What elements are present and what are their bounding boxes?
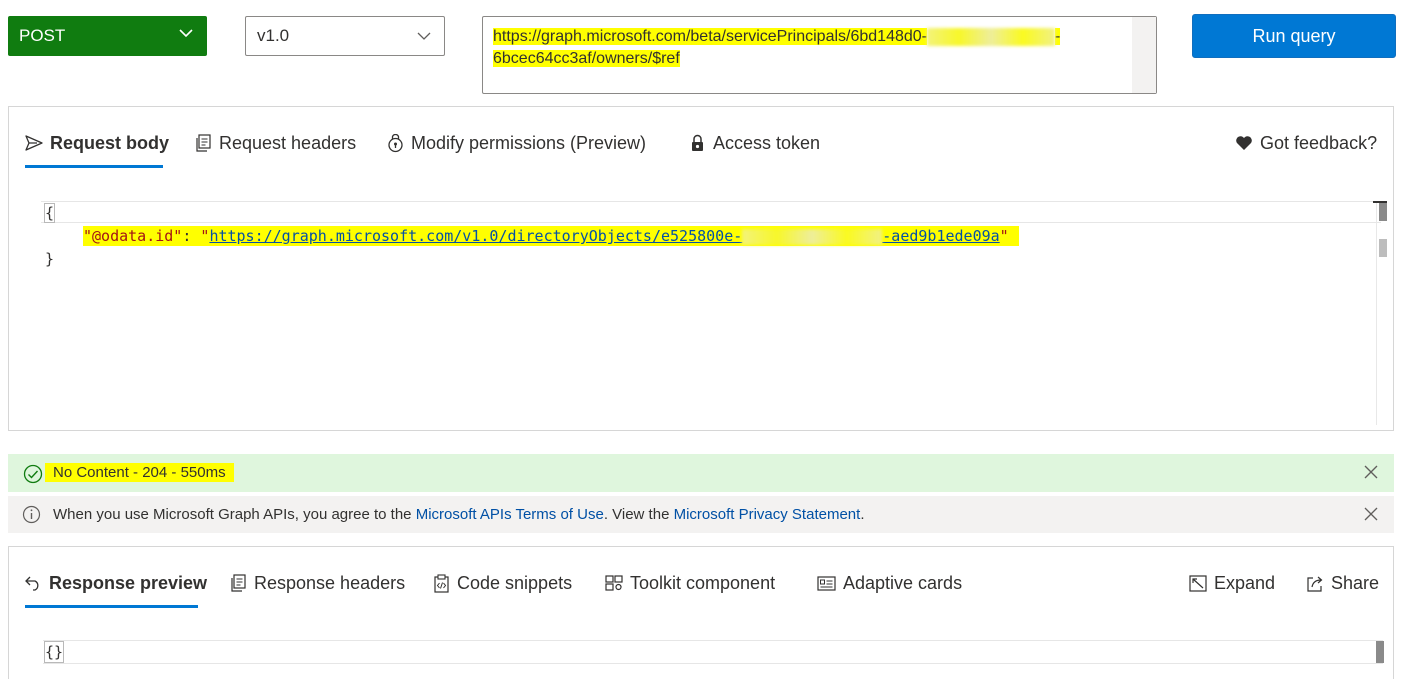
api-version-value: v1.0 — [257, 26, 290, 45]
share-button[interactable]: Share — [1306, 571, 1379, 595]
share-icon — [1307, 576, 1323, 592]
active-tab-indicator — [25, 605, 198, 608]
lock-key-icon — [388, 133, 403, 152]
response-body-text: {} — [43, 641, 65, 663]
url-line-2: 6bcec64cc3af/owners/$ref — [493, 49, 680, 69]
url-scrollbar[interactable] — [1132, 17, 1156, 93]
tab-label: Response headers — [254, 572, 406, 593]
open-brace: { — [43, 203, 56, 223]
headers-icon — [196, 134, 211, 152]
tab-label: Response preview — [49, 572, 208, 593]
scroll-thumb — [1379, 203, 1387, 221]
json-value-link-end[interactable]: -aed9b1ede09a — [882, 227, 999, 245]
request-panel: Request body Request headers Modify perm… — [8, 106, 1394, 431]
expand-button[interactable]: Expand — [1189, 571, 1275, 595]
active-tab-indicator — [25, 165, 163, 168]
expand-icon — [1189, 574, 1207, 592]
url-text-line2: 6bcec64cc3af/owners/$ref — [493, 50, 680, 67]
send-icon — [25, 135, 43, 151]
tab-label: Request body — [50, 132, 170, 153]
tab-access-token[interactable]: Access token — [689, 131, 820, 155]
close-icon[interactable] — [1364, 507, 1378, 521]
expand-label: Expand — [1214, 572, 1276, 593]
info-prefix: When you use Microsoft Graph APIs, you a… — [53, 506, 416, 523]
tab-code-snippets[interactable]: Code snippets — [433, 571, 572, 595]
tab-modify-permissions[interactable]: Modify permissions (Preview) — [387, 131, 646, 155]
tab-label: Toolkit component — [630, 572, 776, 593]
status-message-bar: No Content - 204 - 550ms — [8, 454, 1394, 492]
chevron-down-icon — [179, 29, 193, 38]
status-text: No Content - 204 - 550ms — [45, 463, 234, 482]
json-colon: : — [182, 227, 201, 245]
info-suffix: . — [860, 506, 865, 523]
response-scrollbar[interactable] — [1376, 641, 1386, 671]
run-query-label: Run query — [1252, 25, 1336, 46]
redacted-segment — [742, 228, 883, 245]
json-key: "@odata.id" — [83, 227, 183, 245]
tab-request-body[interactable]: Request body — [25, 131, 169, 155]
api-version-dropdown[interactable]: v1.0 — [245, 16, 445, 56]
check-circle-icon — [23, 464, 43, 484]
tab-adaptive-cards[interactable]: Adaptive cards — [817, 571, 962, 595]
toolkit-icon — [605, 574, 623, 591]
tab-response-headers[interactable]: Response headers — [230, 571, 405, 595]
current-line-highlight — [41, 201, 1381, 223]
scroll-thumb — [1379, 239, 1387, 257]
url-line-1: https://graph.microsoft.com/beta/service… — [493, 27, 1061, 47]
info-text: When you use Microsoft Graph APIs, you a… — [53, 506, 864, 523]
tab-toolkit-component[interactable]: Toolkit component — [605, 571, 775, 595]
feedback-label: Got feedback? — [1260, 132, 1378, 153]
code-clipboard-icon — [434, 573, 449, 593]
chevron-down-icon — [417, 32, 431, 40]
undo-arrow-icon — [25, 576, 39, 591]
shield-lock-icon — [692, 134, 703, 151]
request-tabs: Request body Request headers Modify perm… — [9, 107, 1393, 177]
response-panel: Response preview Response headers Code s… — [8, 546, 1394, 679]
terms-of-use-link[interactable]: Microsoft APIs Terms of Use — [416, 506, 604, 523]
tab-request-headers[interactable]: Request headers — [195, 131, 356, 155]
tab-label: Modify permissions (Preview) — [411, 132, 647, 153]
tab-response-preview[interactable]: Response preview — [25, 571, 207, 595]
heart-icon — [1236, 136, 1252, 150]
response-tabs: Response preview Response headers Code s… — [9, 547, 1393, 617]
request-body-editor[interactable]: { "@odata.id": "https://graph.microsoft.… — [41, 201, 1386, 431]
json-value-link-start[interactable]: https://graph.microsoft.com/v1.0/directo… — [209, 227, 742, 245]
privacy-statement-link[interactable]: Microsoft Privacy Statement — [674, 506, 861, 523]
run-query-button[interactable]: Run query — [1192, 14, 1396, 58]
card-icon — [817, 575, 836, 591]
info-middle: . View the — [603, 506, 674, 523]
code-line-1: { — [43, 203, 56, 223]
tab-label: Code snippets — [457, 572, 573, 593]
tab-label: Access token — [713, 132, 821, 153]
info-message-bar: When you use Microsoft Graph APIs, you a… — [8, 496, 1394, 533]
http-method-value: POST — [19, 26, 66, 45]
headers-icon — [231, 574, 246, 592]
tab-label: Adaptive cards — [843, 572, 963, 593]
query-url-input[interactable]: https://graph.microsoft.com/beta/service… — [482, 16, 1157, 94]
editor-scrollbar[interactable] — [1376, 203, 1387, 425]
response-editor[interactable]: {} — [43, 640, 1383, 664]
scroll-thumb — [1376, 641, 1384, 663]
code-line-2: "@odata.id": "https://graph.microsoft.co… — [83, 226, 1019, 246]
http-method-dropdown[interactable]: POST — [8, 16, 207, 56]
tab-label: Request headers — [219, 132, 357, 153]
got-feedback-button[interactable]: Got feedback? — [1235, 131, 1377, 155]
share-label: Share — [1331, 572, 1380, 593]
url-text-end: - — [1055, 28, 1061, 45]
close-icon[interactable] — [1364, 465, 1378, 479]
url-text-start: https://graph.microsoft.com/beta/service… — [493, 28, 927, 45]
redacted-segment — [927, 27, 1055, 46]
code-line-3: } — [45, 249, 54, 269]
info-icon — [22, 505, 41, 524]
close-brace: } — [45, 250, 55, 268]
